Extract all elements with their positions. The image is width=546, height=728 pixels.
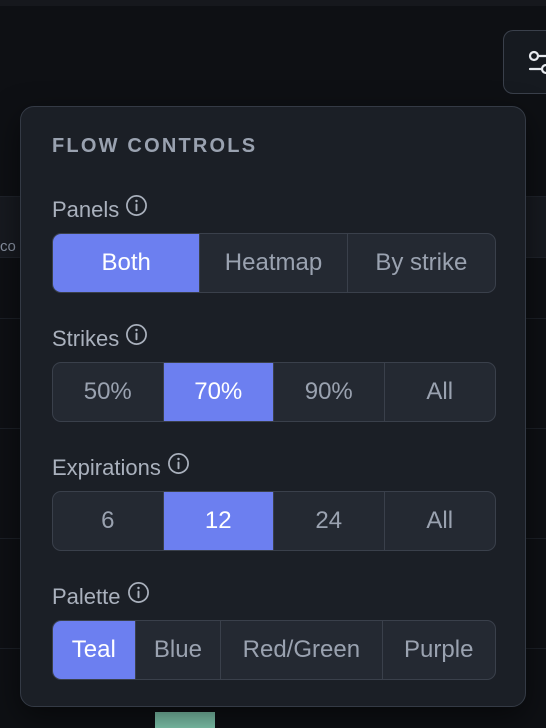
popover-title: FLOW CONTROLS [52, 135, 258, 157]
panels-section-label: Panels [52, 194, 148, 223]
panels-segmented-control: Both Heatmap By strike [52, 233, 496, 293]
table-header-text-fragment: co [0, 238, 16, 255]
sliders-icon [528, 50, 546, 75]
info-icon[interactable] [125, 323, 148, 346]
strikes-section-label: Strikes [52, 323, 148, 352]
info-icon[interactable] [127, 581, 150, 604]
strikes-option-70[interactable]: 70% [163, 363, 274, 421]
panels-label-text: Panels [52, 197, 120, 222]
flow-controls-toggle-button[interactable] [503, 30, 546, 94]
expirations-option-6[interactable]: 6 [53, 492, 164, 550]
expirations-label-text: Expirations [52, 455, 161, 480]
palette-option-purple[interactable]: Purple [383, 621, 495, 679]
palette-segmented-control: Teal Blue Red/Green Purple [52, 620, 496, 680]
palette-option-teal[interactable]: Teal [53, 621, 136, 679]
palette-option-blue[interactable]: Blue [136, 621, 222, 679]
app-stage: co FLOW CONTROLS Panels Both Heatmap By … [0, 0, 546, 728]
strikes-segmented-control: 50% 70% 90% All [52, 362, 496, 422]
expirations-option-12[interactable]: 12 [163, 492, 274, 550]
panels-option-both[interactable]: Both [53, 234, 201, 292]
strikes-option-90[interactable]: 90% [274, 363, 385, 421]
palette-option-red-green[interactable]: Red/Green [221, 621, 383, 679]
flow-controls-popover: FLOW CONTROLS Panels Both Heatmap By str… [20, 106, 526, 707]
expirations-segmented-control: 6 12 24 All [52, 491, 496, 551]
palette-section-label: Palette [52, 581, 150, 610]
heatmap-cell-fragment [155, 712, 215, 728]
strikes-option-all[interactable]: All [385, 363, 496, 421]
expirations-option-all[interactable]: All [385, 492, 496, 550]
expirations-option-24[interactable]: 24 [274, 492, 385, 550]
strikes-label-text: Strikes [52, 326, 120, 351]
expirations-section-label: Expirations [52, 452, 190, 481]
strikes-option-50[interactable]: 50% [53, 363, 164, 421]
info-icon[interactable] [167, 452, 190, 475]
palette-label-text: Palette [52, 584, 121, 609]
panels-option-by-strike[interactable]: By strike [348, 234, 495, 292]
panels-option-heatmap[interactable]: Heatmap [200, 234, 348, 292]
info-icon[interactable] [125, 194, 148, 217]
top-bar-fragment [0, 0, 546, 6]
